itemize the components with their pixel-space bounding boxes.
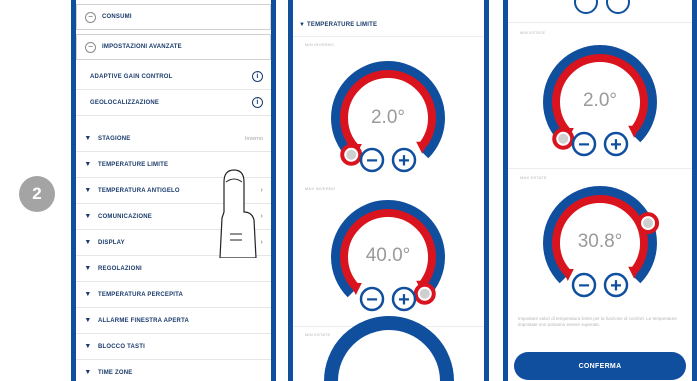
phone-screen-settings: − CONSUMI − IMPOSTAZIONI AVANZATE ADAPTI… (71, 0, 276, 381)
menu-row-regolazioni[interactable]: ▼ REGOLAZIONI (76, 256, 271, 282)
chevron-down-icon: ▼ (84, 187, 92, 194)
confirm-button[interactable]: CONFERMA (514, 352, 686, 380)
phone-screen-limits-summer: MIN ESTATE − + 2.0° MAX ESTATE − + 30.8° I… (503, 0, 697, 381)
chevron-down-icon: ▼ (84, 135, 92, 142)
minus-circle-icon: − (85, 11, 96, 23)
menu-row-stagione[interactable]: ▼ STAGIONE Inverno (76, 126, 271, 152)
footnote-text: Impostare valori di temperatura limite p… (518, 316, 677, 327)
menu-row-impostazioni-avanzate[interactable]: − IMPOSTAZIONI AVANZATE (76, 34, 271, 60)
menu-row-temperatura-percepita[interactable]: ▼ TEMPERATURA PERCEPITA (76, 282, 271, 308)
dial-knob-core (643, 218, 654, 229)
dial-max-estate[interactable]: − + (508, 0, 692, 340)
tap-hand-icon (219, 169, 257, 258)
limits-screen: ▼ TEMPERATURE LIMITE MIN INVERNO − + 2.0°… (293, 0, 484, 381)
menu-row-time-zone[interactable]: ▼ TIME ZONE (76, 360, 271, 381)
step-badge: 2 (19, 176, 55, 212)
chevron-down-icon: ▼ (84, 265, 92, 272)
plus-label: + (610, 275, 622, 297)
chevron-down-icon: ▼ (84, 213, 92, 220)
menu-row-geolocalizzazione[interactable]: GEOLOCALIZZAZIONE i (76, 90, 271, 116)
menu-row-consumi[interactable]: − CONSUMI (76, 4, 271, 30)
tutorial-stage: 2 − CONSUMI − IMPOSTAZIONI AVANZATE ADAP… (0, 0, 697, 381)
dial-max-estate-value: 30.8° (577, 231, 623, 252)
chevron-down-icon: ▼ (84, 343, 92, 350)
menu-row-blocco-tasti[interactable]: ▼ BLOCCO TASTI (76, 334, 271, 360)
info-icon[interactable]: i (252, 97, 263, 108)
chevron-down-icon: ▼ (84, 161, 92, 168)
limits-summer-screen: MIN ESTATE − + 2.0° MAX ESTATE − + 30.8° I… (508, 0, 692, 381)
menu-row-adaptive-gain[interactable]: ADAPTIVE GAIN CONTROL i (76, 64, 271, 90)
minus-label: − (578, 275, 590, 297)
minus-circle-icon: − (85, 41, 96, 53)
chevron-down-icon: ▼ (84, 369, 92, 376)
dial-next-partial (324, 316, 454, 381)
chevron-down-icon: ▼ (84, 317, 92, 324)
menu-row-allarme-finestra[interactable]: ▼ ALLARME FINESTRA APERTA (76, 308, 271, 334)
info-icon[interactable]: i (252, 71, 263, 82)
chevron-down-icon: ▼ (84, 239, 92, 246)
chevron-down-icon: ▼ (84, 291, 92, 298)
phone-screen-limits: ▼ TEMPERATURE LIMITE MIN INVERNO − + 2.0°… (288, 0, 489, 381)
